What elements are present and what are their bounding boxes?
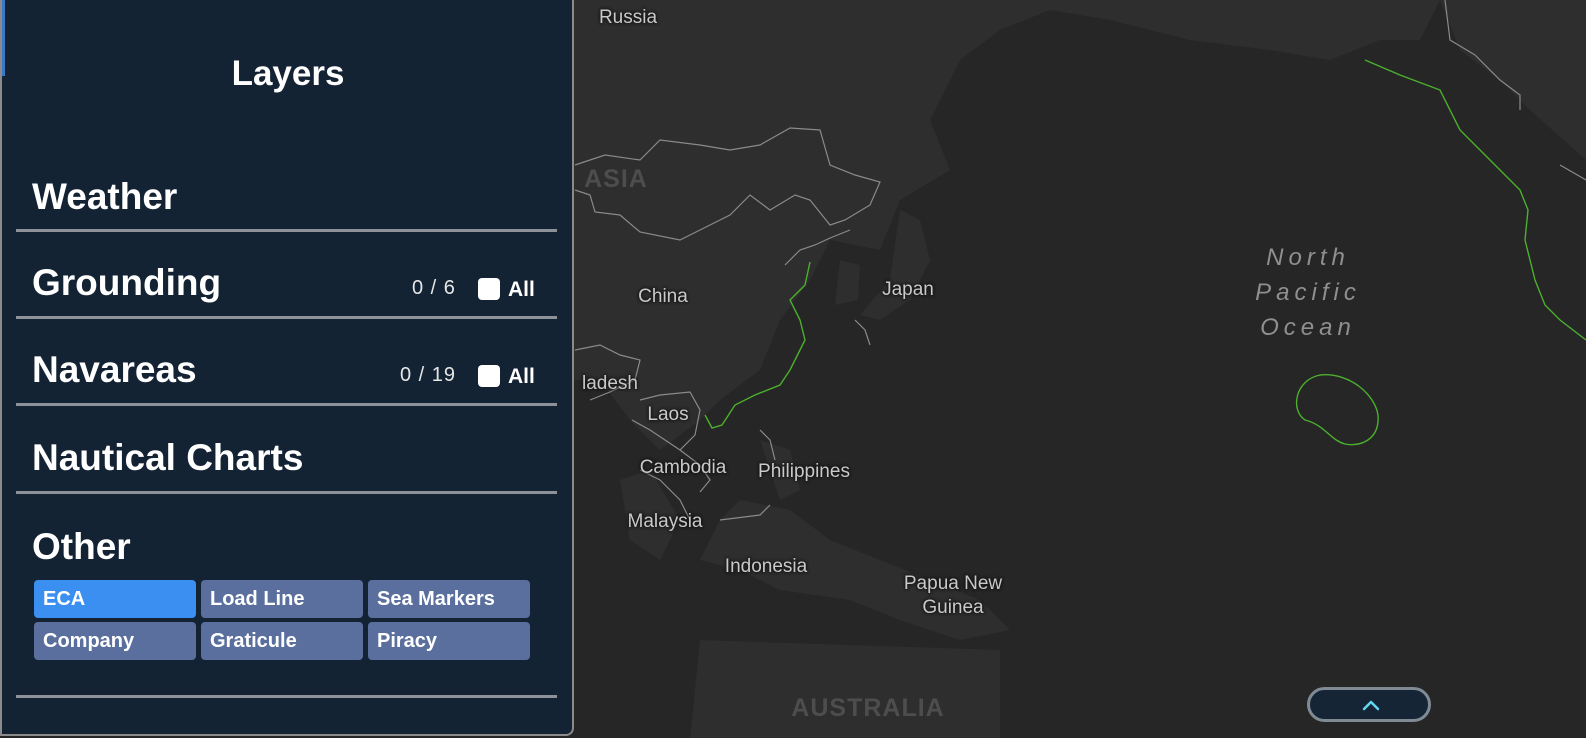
section-title-navareas: Navareas <box>32 349 197 390</box>
map-label-indonesia: Indonesia <box>724 556 808 577</box>
panel-title: Layers <box>231 54 345 93</box>
section-navareas[interactable]: Navareas 0 / 19 All <box>16 319 557 406</box>
section-title-nautical-charts: Nautical Charts <box>32 437 304 478</box>
grounding-count: 0 / 6 <box>412 277 456 299</box>
section-title-weather: Weather <box>32 176 178 217</box>
ocean-label-line1: North <box>1266 244 1350 271</box>
ocean-label-line2: Pacific <box>1255 279 1361 306</box>
layers-panel: Layers Weather Grounding 0 / 6 All Navar… <box>0 0 574 736</box>
map-label-japan: Japan <box>882 279 934 300</box>
navareas-count: 0 / 19 <box>400 364 457 386</box>
map-label-papua-line1: Papua New <box>903 573 1003 594</box>
map-label-papua-line2: Guinea <box>922 597 984 618</box>
map-label-russia: Russia <box>598 7 658 28</box>
land-masses <box>570 0 1586 738</box>
section-title-other: Other <box>32 526 131 567</box>
map-label-papua-new-guinea: Papua New Guinea <box>904 572 1002 620</box>
map-label-asia: ASIA <box>584 165 648 193</box>
ocean-label-line3: Ocean <box>1260 314 1356 341</box>
map-label-philippines: Philippines <box>758 461 850 482</box>
section-nautical-charts[interactable]: Nautical Charts <box>16 406 557 494</box>
layer-chip-eca[interactable]: ECA <box>34 580 196 618</box>
chevron-up-icon <box>1362 700 1380 711</box>
layer-chip-sea-markers[interactable]: Sea Markers <box>368 580 530 618</box>
map-label-australia: AUSTRALIA <box>791 694 945 722</box>
layer-chip-graticule[interactable]: Graticule <box>201 622 363 660</box>
map-label-china: China <box>638 286 688 307</box>
layer-chip-piracy[interactable]: Piracy <box>368 622 530 660</box>
section-weather[interactable]: Weather <box>16 166 557 232</box>
section-grounding[interactable]: Grounding 0 / 6 All <box>16 232 557 319</box>
map-label-north-pacific-ocean: North Pacific Ocean <box>1255 240 1361 345</box>
map-label-laos: Laos <box>647 404 689 425</box>
map-label-bangladesh: ladesh <box>582 373 638 394</box>
map-label-malaysia: Malaysia <box>627 511 703 532</box>
layer-chip-company[interactable]: Company <box>34 622 196 660</box>
navareas-all-label[interactable]: All <box>508 365 535 389</box>
section-title-grounding: Grounding <box>32 262 222 303</box>
map-label-cambodia: Cambodia <box>639 457 727 478</box>
section-other: Other ECA Load Line Sea Markers Company … <box>16 494 557 698</box>
layer-chip-load-line[interactable]: Load Line <box>201 580 363 618</box>
grounding-all-checkbox[interactable] <box>478 278 500 300</box>
expand-button[interactable] <box>1307 687 1431 722</box>
grounding-all-label[interactable]: All <box>508 278 535 302</box>
navareas-all-checkbox[interactable] <box>478 365 500 387</box>
